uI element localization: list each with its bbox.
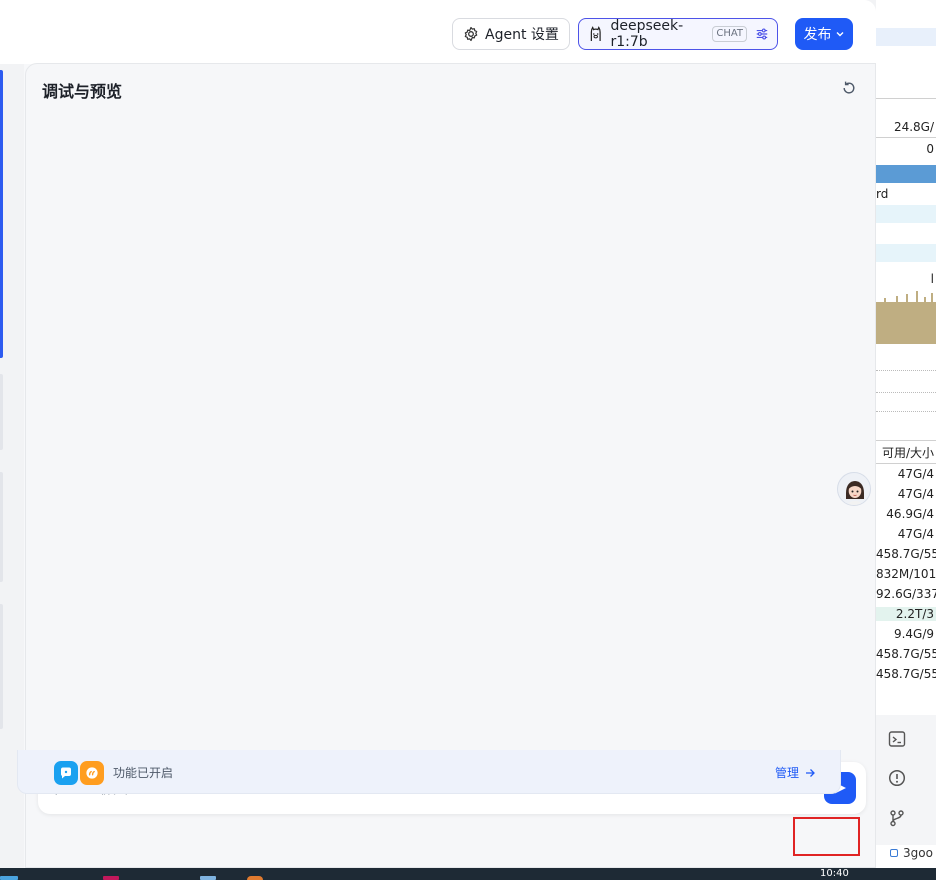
reset-conversation-button[interactable] xyxy=(839,78,859,98)
refresh-icon xyxy=(843,81,855,94)
bg-divider xyxy=(876,137,936,138)
model-tag: CHAT xyxy=(712,26,748,42)
left-panel-edge xyxy=(0,64,24,868)
debug-panel-title: 调试与预览 xyxy=(42,82,123,101)
bg-row: 46.9G/4 xyxy=(886,507,934,521)
bg-row: 458.7G/55 xyxy=(876,647,936,661)
bg-row: 458.7G/55 xyxy=(876,547,936,561)
terminal-icon[interactable] xyxy=(887,729,907,749)
bg-header-bar xyxy=(876,165,936,183)
arrow-right-icon xyxy=(806,768,815,777)
top-toolbar: Agent 设置 deepseek-r1:7b CHAT 发布 xyxy=(0,0,876,64)
os-taskbar: 10:40 xyxy=(0,868,936,880)
bg-row: 47G/4 xyxy=(897,527,934,541)
bot-editor: Agent 设置 deepseek-r1:7b CHAT 发布 调试与预览 和 … xyxy=(0,0,876,868)
agent-settings-label: Agent 设置 xyxy=(485,27,559,43)
bg-side-toolbar xyxy=(876,715,936,845)
taskbar-app[interactable] xyxy=(247,876,263,880)
bg-row: 92.6G/337 xyxy=(876,587,936,601)
bg-value-top: 24.8G/ xyxy=(893,120,934,134)
bg-row: 2.2T/3 xyxy=(876,607,936,621)
bg-value-top-2: 0 xyxy=(926,142,934,156)
bg-gridline xyxy=(876,411,936,412)
manage-features-link[interactable]: 管理 xyxy=(775,764,816,781)
bg-gridline xyxy=(876,370,936,371)
bg-row: 47G/4 xyxy=(897,487,934,501)
publish-label: 发布 xyxy=(803,27,832,43)
gear-icon xyxy=(464,26,478,42)
bg-row: 458.7G/55 xyxy=(876,667,936,681)
bg-row: 832M/101 xyxy=(876,567,936,581)
taskbar-clock: 10:40 xyxy=(820,868,849,879)
bg-text-l: l xyxy=(930,272,934,286)
quote-feature-icon xyxy=(80,761,104,785)
model-selector[interactable]: deepseek-r1:7b CHAT xyxy=(578,18,778,50)
bg-strip xyxy=(876,244,936,262)
manage-label: 管理 xyxy=(775,766,800,780)
sliders-icon[interactable] xyxy=(755,26,769,42)
feature-status-bar: 功能已开启 管理 xyxy=(17,750,841,794)
bg-divider xyxy=(876,463,936,464)
bg-strip xyxy=(876,205,936,223)
alert-icon[interactable] xyxy=(887,768,907,788)
git-branch-icon[interactable] xyxy=(887,808,907,828)
assistant-avatar[interactable] xyxy=(837,472,871,506)
bg-strip xyxy=(876,28,936,46)
bg-text-rd: rd xyxy=(876,187,889,201)
bg-column-header: 可用/大小 xyxy=(881,446,934,460)
bg-row: 9.4G/9 xyxy=(893,627,934,641)
screen: 24.8G/ 0 rd l 可用/大小 47G/4 47G/4 46.9G/4 … xyxy=(0,0,936,880)
bg-gridline xyxy=(876,392,936,393)
chevron-down-icon xyxy=(836,32,843,37)
publish-button[interactable]: 发布 xyxy=(795,18,853,50)
taskbar-app[interactable] xyxy=(200,876,216,880)
llama-logo-icon xyxy=(590,26,601,41)
debug-preview-panel: 调试与预览 xyxy=(25,63,876,868)
bg-activity-chart xyxy=(876,291,936,344)
taskbar-app[interactable] xyxy=(0,876,18,880)
bg-row: 47G/4 xyxy=(897,467,934,481)
bg-divider xyxy=(876,98,936,99)
bg-footer: 3goo xyxy=(876,845,936,868)
checkbox-icon[interactable] xyxy=(890,849,898,857)
chat-feature-icon xyxy=(54,761,78,785)
highlight-box xyxy=(793,817,860,856)
background-window: 24.8G/ 0 rd l 可用/大小 47G/4 47G/4 46.9G/4 … xyxy=(876,0,936,868)
feature-status-label: 功能已开启 xyxy=(113,766,174,780)
agent-settings-button[interactable]: Agent 设置 xyxy=(452,18,570,50)
bg-divider xyxy=(876,440,936,441)
panel-edge xyxy=(0,374,3,450)
bg-footer-text: 3goo xyxy=(903,846,933,860)
model-name: deepseek-r1:7b xyxy=(610,18,684,50)
panel-edge-active xyxy=(0,70,3,358)
panel-edge xyxy=(0,472,3,582)
panel-edge xyxy=(0,604,3,729)
taskbar-app[interactable] xyxy=(103,876,119,880)
